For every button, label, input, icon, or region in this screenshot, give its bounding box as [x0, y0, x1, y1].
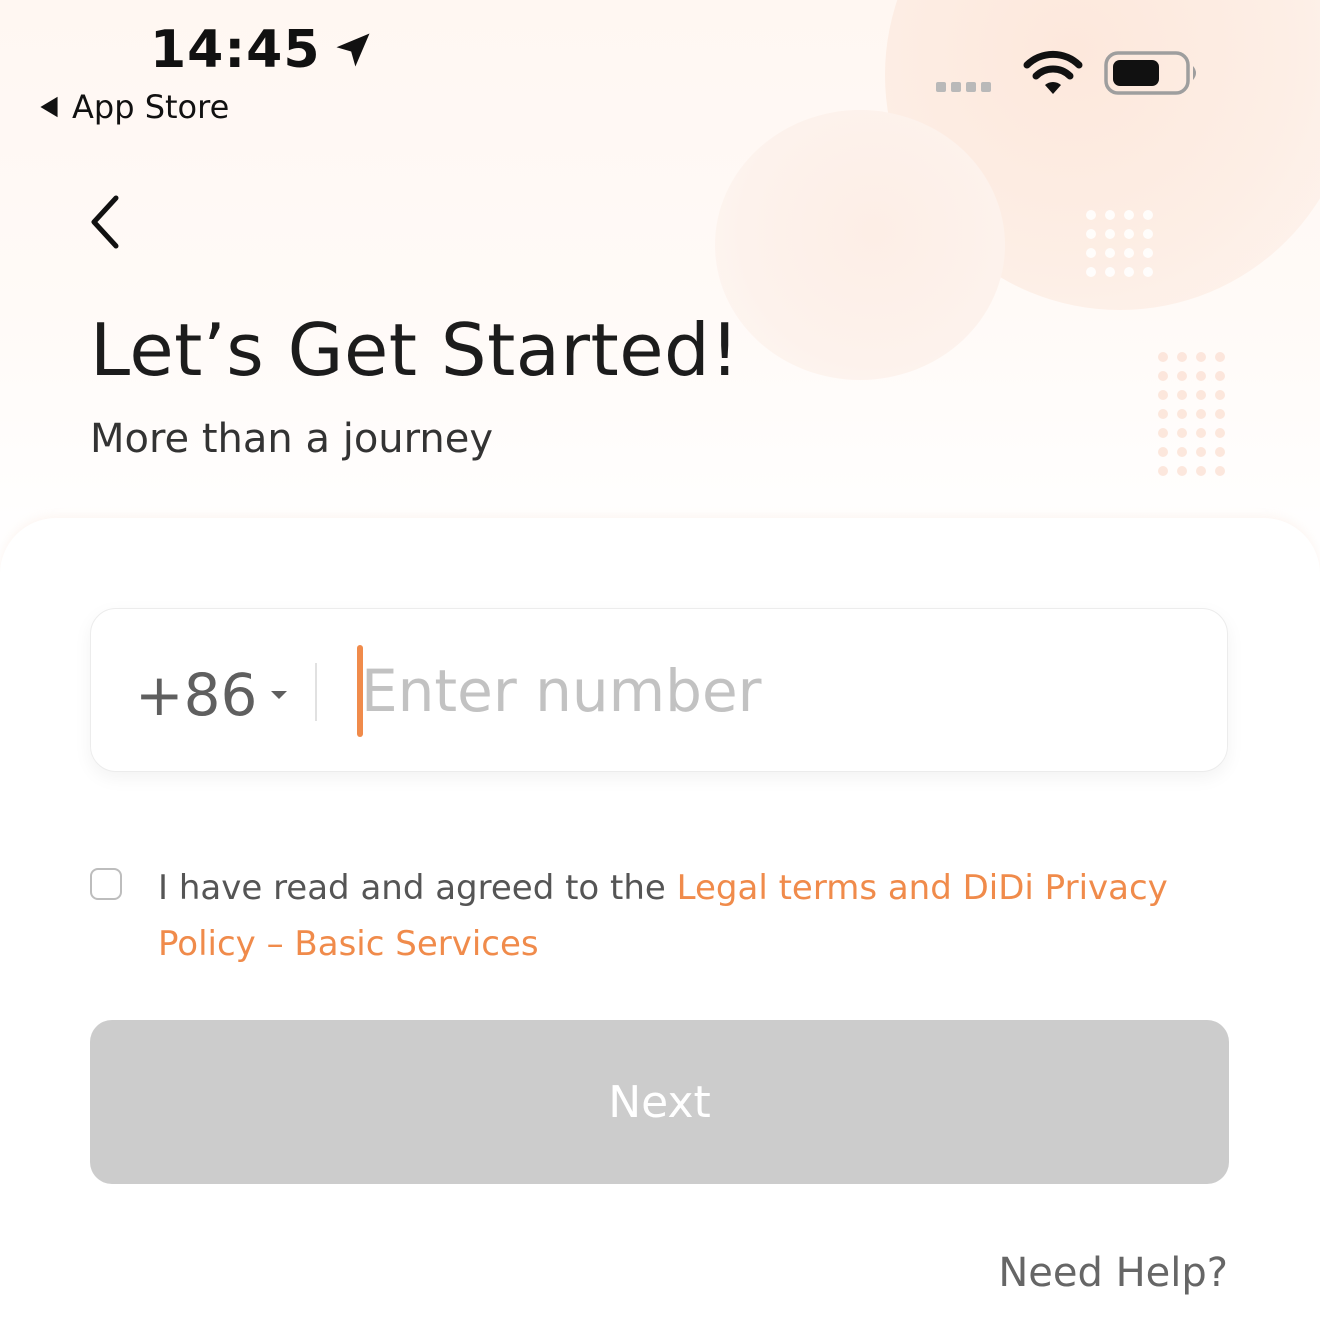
back-triangle-icon: [40, 96, 58, 118]
back-chevron-button[interactable]: [82, 190, 132, 254]
wifi-icon: [1023, 50, 1083, 94]
cellular-signal-icon: [936, 82, 991, 92]
agreement-prefix: I have read and agreed to the: [158, 868, 677, 908]
agreement-text: I have read and agreed to the Legal term…: [158, 860, 1178, 972]
phone-number-input[interactable]: [361, 639, 1181, 743]
back-to-app-store[interactable]: App Store: [38, 88, 229, 126]
page-subtitle: More than a journey: [90, 416, 494, 462]
need-help-link[interactable]: Need Help?: [998, 1250, 1228, 1296]
decorative-dot-grid: [1086, 210, 1153, 277]
back-app-label: App Store: [72, 88, 230, 126]
agreement-checkbox[interactable]: [90, 868, 122, 900]
caret-down-icon: [271, 691, 288, 699]
status-time-text: 14:45: [150, 20, 321, 80]
next-button[interactable]: Next: [90, 1020, 1229, 1184]
phone-number-field: +86: [90, 608, 1228, 772]
field-divider: [315, 663, 317, 721]
status-bar-time: 14:45: [150, 20, 375, 80]
country-code-label: +86: [135, 661, 258, 729]
decorative-circle-small: [715, 110, 1005, 380]
decorative-dot-grid: [1158, 352, 1225, 476]
country-code-selector[interactable]: +86: [135, 661, 289, 729]
location-arrow-icon: [336, 33, 370, 67]
battery-icon: [1104, 51, 1196, 95]
page-title: Let’s Get Started!: [90, 308, 740, 392]
